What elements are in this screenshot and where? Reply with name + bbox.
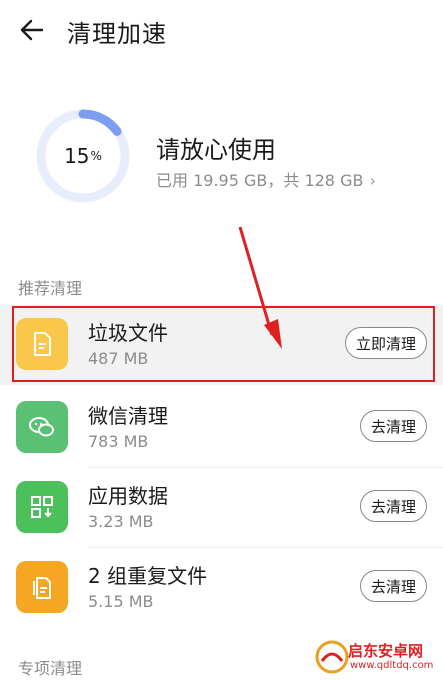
wechat-icon [16,401,68,453]
storage-percent-value: 15 [64,144,90,168]
storage-status: 请放心使用 [156,136,276,164]
section-recommended: 推荐清理 [18,279,83,298]
clean-button[interactable]: 去清理 [359,570,427,602]
watermark-text: 启东安卓网 [348,642,424,660]
app-data-icon [16,481,68,533]
back-arrow-icon[interactable] [18,16,46,44]
storage-percent: 15% [34,107,132,205]
section-special: 专项清理 [18,659,83,678]
chevron-right-icon: › [369,171,376,190]
duplicate-file-icon [16,561,68,613]
item-name: 应用数据 [88,484,168,508]
item-size: 3.23 MB [88,512,154,531]
highlight-annotation [12,306,435,382]
storage-detail-text: 已用 19.95 GB，共 128 GB [156,171,364,190]
list-item-duplicate-files[interactable]: 2 组重复文件 5.15 MB 去清理 [0,548,443,628]
item-name: 微信清理 [88,404,168,428]
item-name: 2 组重复文件 [88,564,208,588]
watermark-url: www.qdltdq.com [350,660,434,671]
clean-button[interactable]: 去清理 [359,490,427,522]
clean-button[interactable]: 去清理 [359,410,427,442]
annotation-arrow [238,226,282,349]
item-size: 783 MB [88,432,149,451]
page-title: 清理加速 [67,20,167,48]
list-item-wechat[interactable]: 微信清理 783 MB 去清理 [0,388,443,468]
list-item-app-data[interactable]: 应用数据 3.23 MB 去清理 [0,468,443,548]
storage-summary[interactable]: 15% 请放心使用 已用 19.95 GB，共 128 GB › [0,100,443,220]
item-size: 5.15 MB [88,592,154,611]
header-bar: 清理加速 [0,0,443,62]
storage-percent-unit: % [90,149,102,163]
storage-detail[interactable]: 已用 19.95 GB，共 128 GB › [156,167,376,191]
